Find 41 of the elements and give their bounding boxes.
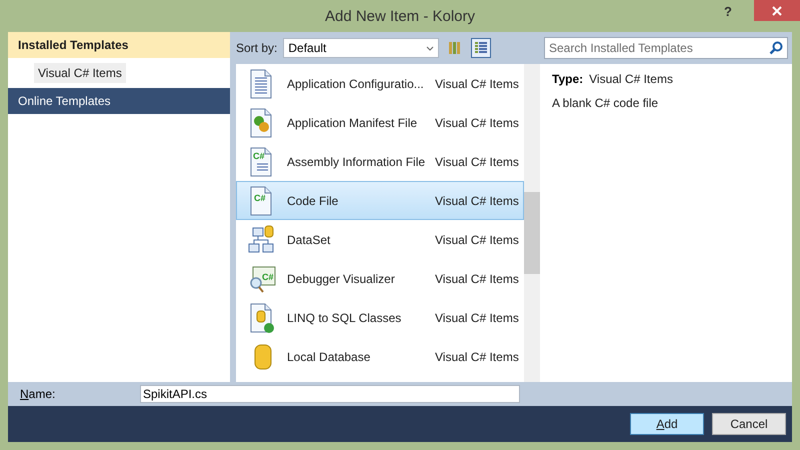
name-field[interactable]: SpikitAPI.cs xyxy=(140,385,520,403)
database-icon xyxy=(254,344,272,369)
template-item[interactable]: C# Debugger Visualizer Visual C# Items xyxy=(236,259,524,298)
document-icon xyxy=(250,186,272,215)
sidebar-item[interactable]: Online Templates xyxy=(8,88,230,114)
type-label: Type: xyxy=(552,72,584,86)
help-button[interactable]: ? xyxy=(720,4,736,19)
view-button[interactable] xyxy=(471,38,492,58)
magnifier-icon xyxy=(250,276,264,292)
csharp-icon-label: C# xyxy=(253,150,265,160)
description-text: A blank C# code file xyxy=(552,96,660,110)
csharp-icon-label: C# xyxy=(254,192,266,202)
scrollbar[interactable] xyxy=(524,64,540,382)
template-item[interactable]: Application Manifest File Visual C# Items xyxy=(236,103,524,142)
document-icon xyxy=(250,303,274,332)
window-title: Add New Item - Kolory xyxy=(324,8,476,24)
name-label: Name: xyxy=(20,387,56,401)
sort-dropdown[interactable]: Default xyxy=(283,38,440,58)
columns-view-icon xyxy=(448,41,462,55)
search-icon[interactable] xyxy=(769,41,783,55)
sort-label: Sort by: xyxy=(236,41,278,55)
cancel-button[interactable]: Cancel xyxy=(712,413,786,435)
template-item[interactable]: DataSet Visual C# Items xyxy=(236,220,524,259)
close-icon xyxy=(772,6,782,16)
close-button[interactable] xyxy=(754,0,800,21)
dataset-icon xyxy=(248,225,274,252)
document-icon xyxy=(250,108,272,137)
template-item[interactable]: Local Database Visual C# Items xyxy=(236,337,524,376)
document-icon xyxy=(250,69,272,98)
document-icon xyxy=(250,147,272,176)
template-item[interactable]: C# Assembly Information File Visual C# Items xyxy=(236,142,524,181)
sidebar-item[interactable]: Installed Templates xyxy=(8,32,230,58)
template-item[interactable]: Application Configuratio... Visual C# Items xyxy=(236,64,524,103)
type-value: Visual C# Items xyxy=(589,72,673,86)
csharp-icon-label: C# xyxy=(262,272,274,282)
search-field[interactable]: Search Installed Templates xyxy=(544,37,788,59)
template-item[interactable]: LINQ to SQL Classes Visual C# Items xyxy=(236,298,524,337)
add-button[interactable]: Add xyxy=(630,413,704,435)
details-view-icon xyxy=(474,41,488,55)
template-item[interactable]: C# Code File Visual C# Items xyxy=(236,181,524,220)
chevron-down-icon xyxy=(426,46,434,50)
